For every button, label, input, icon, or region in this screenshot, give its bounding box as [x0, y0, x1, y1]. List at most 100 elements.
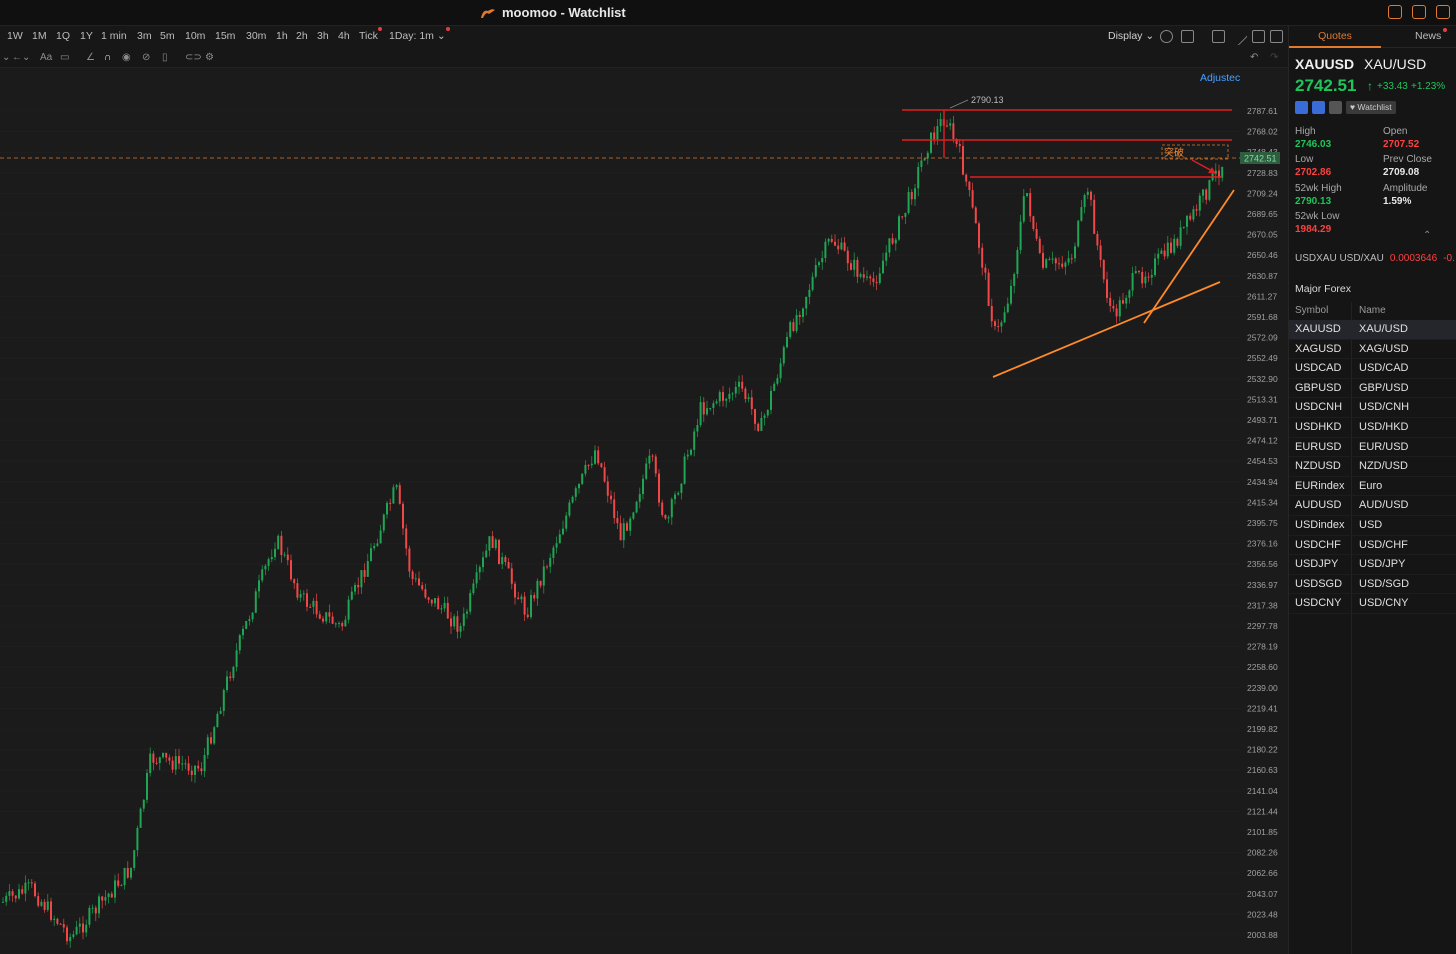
timeframe-4h[interactable]: 4h: [338, 30, 350, 42]
undo-arrow-icon[interactable]: ←⌄: [12, 52, 30, 63]
table-row[interactable]: USDSGD USD/SGD: [1289, 575, 1456, 595]
timeframe-1min[interactable]: 1 min: [101, 30, 127, 42]
table-row[interactable]: USDCAD USD/CAD: [1289, 359, 1456, 379]
table-row[interactable]: USDCNH USD/CNH: [1289, 398, 1456, 418]
y-axis-tick-label: 2141.04: [1247, 786, 1278, 796]
comment-icon[interactable]: ▭: [60, 52, 69, 63]
related-quote-usdxau[interactable]: USDXAU USD/XAU 0.0003646 -0.: [1295, 253, 1455, 264]
candle-body: [1035, 229, 1038, 239]
row-name: USD/CNY: [1359, 597, 1409, 610]
candle-body: [1083, 194, 1086, 208]
display-dropdown[interactable]: Display ⌄: [1108, 30, 1154, 42]
y-axis-tick-label: 2356.56: [1247, 559, 1278, 569]
y-axis-tick-label: 2630.87: [1247, 271, 1278, 281]
note-badge-icon[interactable]: [1329, 101, 1342, 114]
candle-body: [501, 557, 504, 565]
timeframe-3h[interactable]: 3h: [317, 30, 329, 42]
shop-icon[interactable]: [1436, 5, 1450, 19]
timeframe-15m[interactable]: 15m: [215, 30, 235, 42]
tag-badge-icon[interactable]: [1312, 101, 1325, 114]
magnet-icon[interactable]: ∩: [104, 52, 111, 63]
hide-icon[interactable]: ⊘: [142, 52, 150, 63]
table-row[interactable]: NZDUSD NZD/USD: [1289, 457, 1456, 477]
stat-open-value: 2707.52: [1383, 139, 1420, 150]
row-name: USD/CNH: [1359, 401, 1410, 414]
timeframe-1h[interactable]: 1h: [276, 30, 288, 42]
row-symbol: USDHKD: [1295, 420, 1342, 433]
fullscreen-icon[interactable]: [1252, 30, 1265, 43]
candle-body: [1070, 258, 1073, 260]
table-row[interactable]: XAGUSD XAG/USD: [1289, 340, 1456, 360]
chart-canvas[interactable]: 突破 2790.13 2787.612768.022748.432728.832…: [0, 68, 1288, 954]
link-icon[interactable]: ⊂⊃: [185, 52, 202, 63]
collapse-chevron-icon[interactable]: ⌃: [1423, 230, 1431, 241]
eye-icon[interactable]: ◉: [122, 52, 131, 63]
candle-body: [165, 752, 168, 758]
chart-badge-icon[interactable]: [1295, 101, 1308, 114]
timeframe-1w[interactable]: 1W: [7, 30, 23, 42]
y-axis-tick-label: 2611.27: [1247, 291, 1277, 301]
table-row[interactable]: EURUSD EUR/USD: [1289, 438, 1456, 458]
timeframe-1y[interactable]: 1Y: [80, 30, 93, 42]
candle-body: [107, 893, 110, 898]
timeframe-3m[interactable]: 3m: [137, 30, 152, 42]
bag-icon[interactable]: [1412, 5, 1426, 19]
candle-body: [5, 895, 8, 902]
table-row[interactable]: USDindex USD: [1289, 516, 1456, 536]
camera-icon[interactable]: [1212, 30, 1225, 43]
adjusted-label[interactable]: Adjustec: [1200, 72, 1240, 84]
table-row[interactable]: AUDUSD AUD/USD: [1289, 496, 1456, 516]
candle-body: [642, 478, 644, 495]
forward-icon[interactable]: ↷: [1270, 52, 1278, 63]
candle-body: [366, 561, 369, 577]
tab-news[interactable]: News: [1415, 28, 1448, 42]
candle-body: [206, 737, 209, 755]
timeframe-5m[interactable]: 5m: [160, 30, 175, 42]
candle-body: [37, 896, 40, 906]
panel-toggle-icon[interactable]: [1270, 30, 1283, 43]
candle-body: [757, 423, 760, 431]
back-icon[interactable]: ↶: [1250, 52, 1258, 63]
table-row[interactable]: GBPUSD GBP/USD: [1289, 379, 1456, 399]
timeframe-30m[interactable]: 30m: [246, 30, 266, 42]
settings-icon[interactable]: [1160, 30, 1173, 43]
watchlist-button[interactable]: ♥ Watchlist: [1346, 101, 1396, 114]
table-row[interactable]: USDHKD USD/HKD: [1289, 418, 1456, 438]
gear-icon[interactable]: ⚙: [205, 52, 214, 63]
table-row[interactable]: XAUUSD XAU/USD: [1289, 320, 1456, 340]
timeframe-tick[interactable]: Tick: [359, 27, 382, 42]
y-axis-tick-label: 2415.34: [1247, 497, 1278, 507]
candle-body: [702, 402, 705, 415]
candlestick-chart[interactable]: 突破 2790.13 2787.612768.022748.432728.832…: [0, 68, 1288, 954]
candle-series: [2, 111, 1224, 948]
tab-quotes[interactable]: Quotes: [1289, 26, 1381, 48]
stat-52wk-high: 52wk High 2790.13: [1295, 183, 1342, 207]
timeframe-1m[interactable]: 1M: [32, 30, 47, 42]
table-row[interactable]: USDJPY USD/JPY: [1289, 555, 1456, 575]
headset-icon[interactable]: [1388, 5, 1402, 19]
candle-body: [792, 322, 795, 331]
timeframe-10m[interactable]: 10m: [185, 30, 205, 42]
trash-icon[interactable]: ▯: [162, 52, 168, 63]
table-row[interactable]: USDCHF USD/CHF: [1289, 536, 1456, 556]
col-name[interactable]: Name: [1359, 305, 1386, 316]
candle-body: [1109, 297, 1112, 306]
candle-body: [1186, 215, 1188, 227]
candle-body: [619, 523, 622, 541]
text-tool-icon[interactable]: Aa: [40, 52, 52, 63]
stat-prev-close: Prev Close 2709.08: [1383, 154, 1432, 178]
table-row[interactable]: EURindex Euro: [1289, 477, 1456, 497]
timeframe-2h[interactable]: 2h: [296, 30, 308, 42]
line-tool-icon[interactable]: ∠: [86, 52, 95, 63]
timeframe-1q[interactable]: 1Q: [56, 30, 70, 42]
candle-body: [763, 415, 766, 418]
col-symbol[interactable]: Symbol: [1295, 305, 1328, 316]
candle-body: [286, 554, 289, 561]
candle-body: [818, 262, 820, 266]
timeframe-1day-1m[interactable]: 1Day: 1m ⌄: [389, 27, 450, 42]
table-row[interactable]: USDCNY USD/CNY: [1289, 594, 1456, 614]
candle-body: [638, 494, 641, 502]
pencil-icon[interactable]: [1229, 27, 1248, 46]
cursor-icon[interactable]: ⌄: [2, 52, 10, 63]
layout-icon[interactable]: [1181, 30, 1194, 43]
